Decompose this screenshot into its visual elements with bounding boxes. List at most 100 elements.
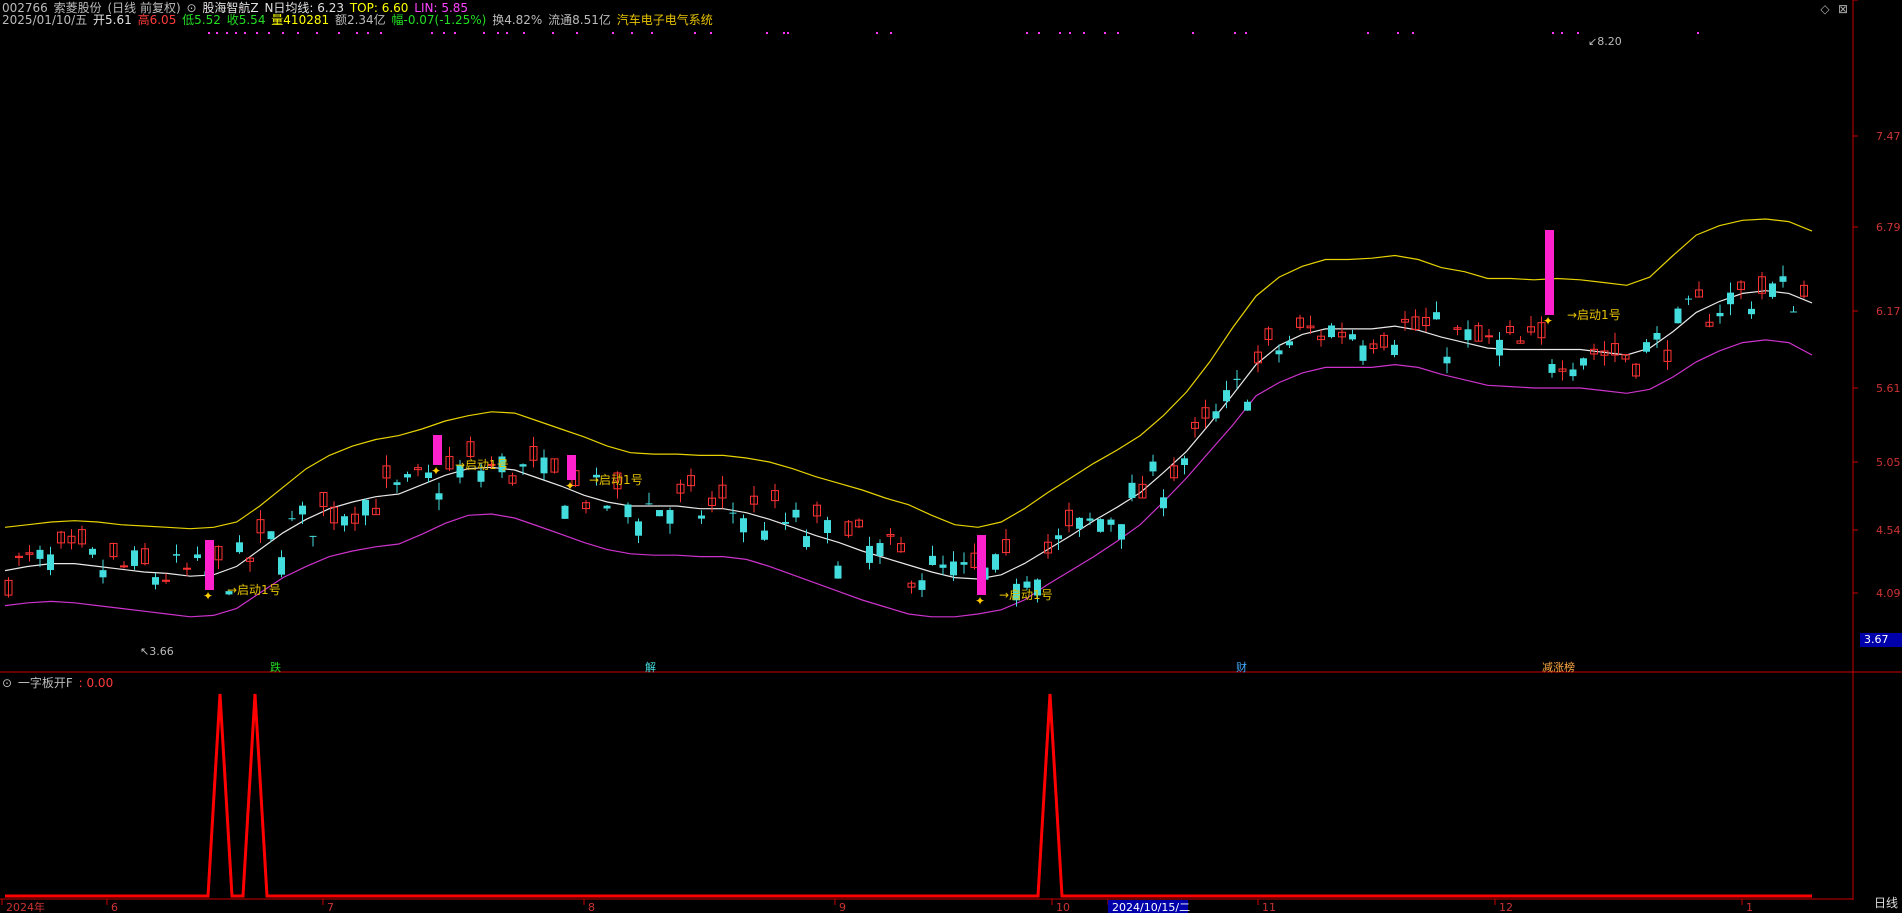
candle-body — [299, 505, 306, 515]
event-dot — [783, 32, 785, 34]
event-dot — [787, 32, 789, 34]
candle-body — [288, 518, 296, 520]
event-dot — [1083, 32, 1085, 34]
candle-body — [1233, 378, 1241, 380]
event-dot — [1577, 32, 1579, 34]
event-tag-2[interactable]: 解 — [645, 659, 656, 675]
candle-body — [1727, 292, 1734, 305]
main-price-chart[interactable]: →启动1号 ✦ →启动1号 ✦ →启动1号 ✦ →启动1号 ✦ →启动1号 ✦ 7.47 6.79 6… — [0, 0, 1902, 913]
candle-body — [1023, 581, 1031, 588]
candle-body — [341, 516, 348, 526]
candle-body — [761, 530, 768, 540]
candle-body — [404, 474, 411, 478]
candle-body — [1244, 401, 1251, 411]
candle-body — [729, 512, 737, 514]
high-label: ↙8.20 — [1588, 35, 1622, 48]
candle-body — [1391, 344, 1398, 356]
event-dot — [282, 32, 284, 34]
candle-body — [1485, 335, 1493, 338]
sub-toggle-icon[interactable]: ⊙ — [2, 676, 12, 690]
candle-body — [1496, 339, 1503, 356]
candles — [4, 265, 1808, 607]
candle-body — [1464, 329, 1472, 341]
time-label: 11 — [1262, 901, 1276, 913]
butterfly-icon: ✦ — [1543, 314, 1553, 328]
event-dot — [338, 32, 340, 34]
candle-body — [120, 565, 128, 568]
price-axis: 7.47 6.79 6.17 5.61 5.05 4.54 4.09 — [1853, 130, 1901, 600]
butterfly-icon: ✦ — [975, 594, 985, 608]
candle-body — [1569, 369, 1577, 377]
event-dot — [1234, 32, 1236, 34]
candle-body — [866, 545, 873, 563]
signal-candle — [567, 455, 576, 480]
candle-body — [1443, 356, 1451, 364]
candle-body — [1716, 312, 1724, 317]
event-dot — [890, 32, 892, 34]
event-dot — [651, 32, 653, 34]
candle-body — [1223, 390, 1230, 402]
candle-body — [1580, 358, 1587, 366]
signal-candle — [1545, 230, 1554, 315]
candle-body — [1076, 517, 1083, 529]
candle-body — [519, 464, 527, 467]
signal-candle — [977, 535, 986, 595]
candle-body — [152, 577, 159, 585]
price-tick-label: 6.17 — [1876, 305, 1901, 318]
candle-body — [477, 470, 485, 482]
butterfly-icon: ✦ — [203, 589, 213, 603]
candle-body — [1674, 308, 1682, 324]
candle-body — [740, 518, 747, 533]
candle-body — [834, 565, 842, 579]
event-tag-1[interactable]: 跌 — [270, 659, 281, 675]
event-dots — [208, 32, 1699, 34]
candle-body — [1212, 411, 1220, 419]
event-dot — [443, 32, 445, 34]
candle-body — [561, 505, 569, 519]
candle-body — [89, 548, 96, 555]
event-tag-4[interactable]: 减涨榜 — [1542, 659, 1575, 675]
signal-label: →启动1号 — [227, 583, 281, 597]
event-dot — [367, 32, 369, 34]
sub-indicator-name[interactable]: 一字板开F — [18, 676, 73, 690]
candle-body — [393, 482, 401, 485]
event-dot — [523, 32, 525, 34]
event-dot — [1059, 32, 1061, 34]
band-lines — [4, 218, 1813, 618]
event-dot — [1412, 32, 1414, 34]
candle-body — [656, 510, 663, 517]
candle-body — [824, 520, 831, 534]
event-dot — [356, 32, 358, 34]
candle-body — [1160, 497, 1167, 509]
low-label: ↖3.66 — [140, 645, 174, 658]
candle-body — [1107, 519, 1115, 525]
price-tick-label: 4.54 — [1876, 524, 1901, 537]
event-dot — [1104, 32, 1106, 34]
period-button[interactable]: 日线 — [1874, 894, 1898, 911]
event-dot — [1192, 32, 1194, 34]
event-dot — [483, 32, 485, 34]
event-dot — [694, 32, 696, 34]
event-dot — [1026, 32, 1028, 34]
candle-body — [131, 550, 138, 566]
time-label: 9 — [839, 901, 846, 913]
candle-body — [876, 543, 884, 557]
candle-body — [1685, 298, 1692, 300]
candle-body — [918, 580, 926, 590]
candle-body — [603, 505, 611, 509]
candle-body — [540, 457, 548, 474]
time-axis: 2024年 6 7 8 9 10 2024/10/15/二 11 12 1 — [1, 899, 1753, 913]
event-dot — [226, 32, 228, 34]
band-line-TOP — [4, 218, 1813, 530]
candle-body — [1748, 308, 1755, 315]
candle-body — [1097, 519, 1104, 532]
event-dot — [876, 32, 878, 34]
sub-line — [5, 693, 1812, 898]
event-tag-3[interactable]: 财 — [1236, 659, 1247, 675]
sub-indicator-value: : 0.00 — [78, 676, 114, 690]
price-tick-label: 6.79 — [1876, 221, 1901, 234]
sub-tick-label: 0.20 — [1876, 0, 1901, 3]
event-dot — [1561, 32, 1563, 34]
candle-body — [782, 521, 789, 524]
time-label: 8 — [588, 901, 595, 913]
